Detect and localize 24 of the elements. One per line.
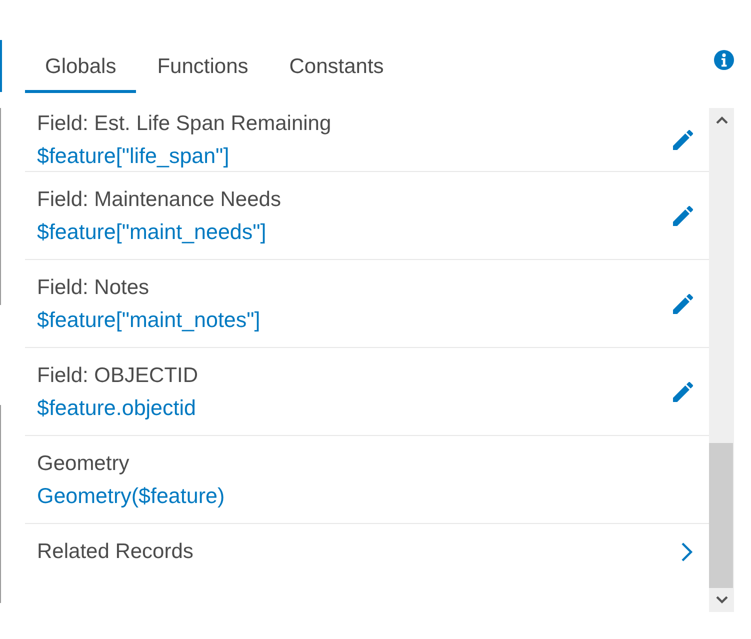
tab[interactable]: Globals [25,40,136,93]
item-title: Field: Est. Life Span Remaining [37,112,332,136]
item-title: Geometry [37,452,130,476]
expression-text[interactable]: Geometry($feature) [37,484,693,508]
expression-text[interactable]: $feature["maint_needs"] [37,220,673,244]
scrollbar-track[interactable] [709,108,734,612]
info-icon[interactable] [714,50,734,70]
expression-text[interactable]: $feature.objectid [37,396,673,420]
item-title: Field: Notes [37,276,150,300]
expression-text[interactable]: $feature["life_span"] [37,144,673,168]
item-title: Field: Maintenance Needs [37,188,282,212]
scrollbar-thumb[interactable] [709,443,733,588]
expression-text[interactable]: $feature["maint_notes"] [37,308,673,332]
edit-pencil-icon[interactable] [673,206,693,226]
item-title: Field: OBJECTID [37,364,200,388]
edit-pencil-icon[interactable] [673,382,693,402]
edit-pencil-icon[interactable] [673,130,693,150]
edit-pencil-icon[interactable] [673,294,693,314]
item-title: Related Records [37,540,194,564]
chevron-right-icon[interactable] [681,542,693,562]
scroll-up-icon[interactable] [716,116,728,124]
tab[interactable]: Constants [269,40,404,93]
tab[interactable]: Functions [137,40,268,93]
scroll-down-icon[interactable] [716,596,728,604]
